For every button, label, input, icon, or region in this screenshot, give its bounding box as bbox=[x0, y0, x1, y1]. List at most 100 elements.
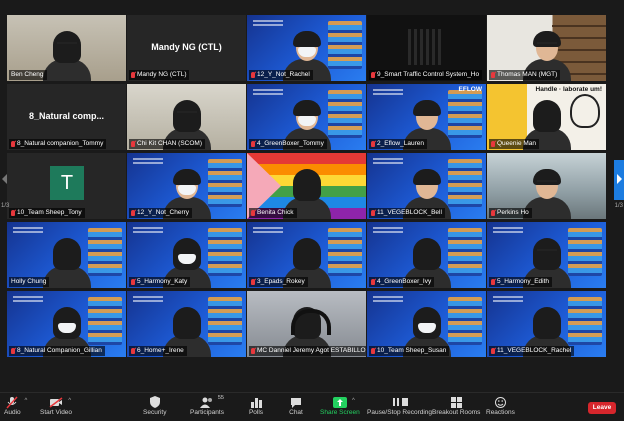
microphone-muted-icon bbox=[491, 141, 495, 147]
participant-name: Queenie Man bbox=[497, 140, 537, 147]
participant-tile[interactable]: Holly Chung bbox=[7, 222, 126, 288]
participant-name: 2_Eflow_Lauren bbox=[377, 140, 424, 147]
participant-tile[interactable]: 12_Y_Not_Rachel bbox=[247, 15, 366, 81]
participant-name-tag: Thomas MAN (MGT) bbox=[489, 70, 561, 80]
participant-tile[interactable]: 4_GreenBoxer_Ivy bbox=[367, 222, 486, 288]
microphone-muted-icon bbox=[251, 210, 255, 216]
share-screen-button[interactable]: ^ Share Screen bbox=[320, 395, 360, 417]
participant-name: 12_Y_Not_Rachel bbox=[257, 71, 310, 78]
start-video-button[interactable]: ^ Start Video bbox=[40, 395, 72, 417]
participant-name-tag: 6_Home+_Irene bbox=[129, 346, 187, 356]
participant-name-tag: 8_Natural Companion_Gillian bbox=[9, 346, 105, 356]
participant-name: 10_Team Sheep_Susan bbox=[377, 347, 447, 354]
participant-tile[interactable]: 9_Smart Traffic Control System_Ho bbox=[367, 15, 486, 81]
participant-video-person bbox=[42, 238, 91, 288]
start-video-label: Start Video bbox=[40, 409, 73, 416]
microphone-muted-icon bbox=[131, 141, 135, 147]
participant-tile[interactable]: 8_Natural comp... 8_Natural companion_Tom… bbox=[7, 84, 126, 150]
participants-button[interactable]: 55 Participants bbox=[190, 395, 224, 417]
participant-name: 6_Home+_Irene bbox=[137, 347, 184, 354]
participant-tile[interactable]: Benita Chick bbox=[247, 153, 366, 219]
breakout-rooms-label: Breakout Rooms bbox=[432, 409, 481, 416]
page-indicator-right: 1/3 bbox=[614, 203, 623, 209]
chat-button[interactable]: Chat bbox=[288, 395, 304, 417]
microphone-muted-icon bbox=[491, 72, 495, 78]
microphone-muted-icon bbox=[11, 348, 15, 354]
polls-button[interactable]: Polls bbox=[248, 395, 264, 417]
participant-name-tag: 11_VEGEBLOCK_Bell bbox=[369, 208, 445, 218]
page-indicator-left: 1/3 bbox=[1, 203, 10, 209]
participant-name: 11_VEGEBLOCK_Bell bbox=[377, 209, 442, 216]
participant-name-tag: 3_Epads_Rokey bbox=[249, 277, 308, 287]
participant-name: 4_GreenBoxer_Tommy bbox=[257, 140, 324, 147]
participant-tile[interactable]: 11_VEGEBLOCK_Bell bbox=[367, 153, 486, 219]
share-options-caret[interactable]: ^ bbox=[352, 397, 355, 405]
participant-tile[interactable]: Perkins Ho bbox=[487, 153, 606, 219]
chat-label: Chat bbox=[289, 409, 303, 416]
background-overlay-text: Handle · laborate um! bbox=[535, 86, 602, 93]
audio-button[interactable]: ^ Audio bbox=[4, 395, 27, 417]
chevron-left-icon bbox=[2, 174, 7, 184]
microphone-muted-icon bbox=[251, 279, 255, 285]
participant-display-name: Mandy NG (CTL) bbox=[151, 42, 222, 52]
participant-name: MC Danniel Jeremy Agot ESTABILLO bbox=[257, 347, 366, 354]
participant-tile[interactable]: 5_Harmony_Katy bbox=[127, 222, 246, 288]
next-page-button[interactable] bbox=[614, 160, 624, 200]
participant-tile[interactable]: 10_Team Sheep_Susan bbox=[367, 291, 486, 357]
participant-name: Thomas MAN (MGT) bbox=[497, 71, 558, 78]
participant-name-tag: Ben Cheng bbox=[9, 70, 47, 80]
participant-tile[interactable]: 11_VEGEBLOCK_Rachel bbox=[487, 291, 606, 357]
participant-tile[interactable]: Handle · laborate um! Queenie Man bbox=[487, 84, 606, 150]
background-overlay-text: EFLOW bbox=[458, 86, 482, 93]
microphone-muted-icon bbox=[11, 141, 15, 147]
participant-tile[interactable]: Ben Cheng bbox=[7, 15, 126, 81]
microphone-muted-icon bbox=[371, 141, 375, 147]
microphone-muted-icon bbox=[371, 210, 375, 216]
participant-name: 10_Team Sheep_Tony bbox=[17, 209, 82, 216]
participant-display-name: 8_Natural comp... bbox=[28, 111, 105, 121]
microphone-muted-icon bbox=[131, 72, 135, 78]
participant-tile[interactable]: 6_Home+_Irene bbox=[127, 291, 246, 357]
participant-tile[interactable]: MC Danniel Jeremy Agot ESTABILLO bbox=[247, 291, 366, 357]
microphone-muted-icon bbox=[11, 210, 15, 216]
participant-tile[interactable]: 3_Epads_Rokey bbox=[247, 222, 366, 288]
participant-tile[interactable]: 4_GreenBoxer_Tommy bbox=[247, 84, 366, 150]
participant-tile[interactable]: Thomas MAN (MGT) bbox=[487, 15, 606, 81]
microphone-muted-icon: ^ bbox=[4, 395, 27, 409]
participant-name-tag: 10_Team Sheep_Susan bbox=[369, 346, 450, 356]
participant-name-tag: 5_Harmony_Edith bbox=[489, 277, 553, 287]
previous-page-button[interactable] bbox=[0, 160, 10, 200]
participant-tile[interactable]: Mandy NG (CTL) Mandy NG (CTL) bbox=[127, 15, 246, 81]
participant-name: Holly Chung bbox=[11, 278, 47, 285]
reactions-button[interactable]: Reactions bbox=[486, 395, 515, 417]
microphone-muted-icon bbox=[251, 141, 255, 147]
security-button[interactable]: Security bbox=[143, 395, 166, 417]
breakout-rooms-button[interactable]: Breakout Rooms bbox=[432, 395, 480, 417]
pause-stop-icon bbox=[392, 395, 408, 409]
participant-name-tag: 8_Natural companion_Tommy bbox=[9, 139, 107, 149]
participant-name: 8_Natural Companion_Gillian bbox=[17, 347, 102, 354]
microphone-muted-icon bbox=[371, 72, 375, 78]
microphone-muted-icon bbox=[131, 210, 135, 216]
microphone-muted-icon bbox=[131, 348, 135, 354]
participant-name-tag: 10_Team Sheep_Tony bbox=[9, 208, 85, 218]
participant-name: 5_Harmony_Katy bbox=[137, 278, 188, 285]
microphone-muted-icon bbox=[491, 348, 495, 354]
microphone-muted-icon bbox=[251, 72, 255, 78]
participant-tile[interactable]: EFLOW 2_Eflow_Lauren bbox=[367, 84, 486, 150]
reactions-label: Reactions bbox=[486, 409, 515, 416]
leave-button[interactable]: Leave bbox=[588, 402, 616, 414]
participant-tile[interactable]: Chi Kit CHAN (SCOM) bbox=[127, 84, 246, 150]
participant-tile[interactable]: T 10_Team Sheep_Tony bbox=[7, 153, 126, 219]
participant-tile[interactable]: 5_Harmony_Edith bbox=[487, 222, 606, 288]
security-label: Security bbox=[143, 409, 167, 416]
share-screen-label: Share Screen bbox=[320, 409, 360, 416]
participant-tile[interactable]: 8_Natural Companion_Gillian bbox=[7, 291, 126, 357]
participant-tile[interactable]: 12_Y_Not_Cherry bbox=[127, 153, 246, 219]
video-options-caret[interactable]: ^ bbox=[68, 397, 71, 405]
breakout-rooms-icon bbox=[448, 395, 464, 409]
participant-name-tag: 5_Harmony_Katy bbox=[129, 277, 191, 287]
audio-options-caret[interactable]: ^ bbox=[24, 397, 27, 405]
participant-name-tag: 4_GreenBoxer_Tommy bbox=[249, 139, 327, 149]
pause-stop-recording-button[interactable]: Pause/Stop Recording bbox=[367, 395, 432, 417]
